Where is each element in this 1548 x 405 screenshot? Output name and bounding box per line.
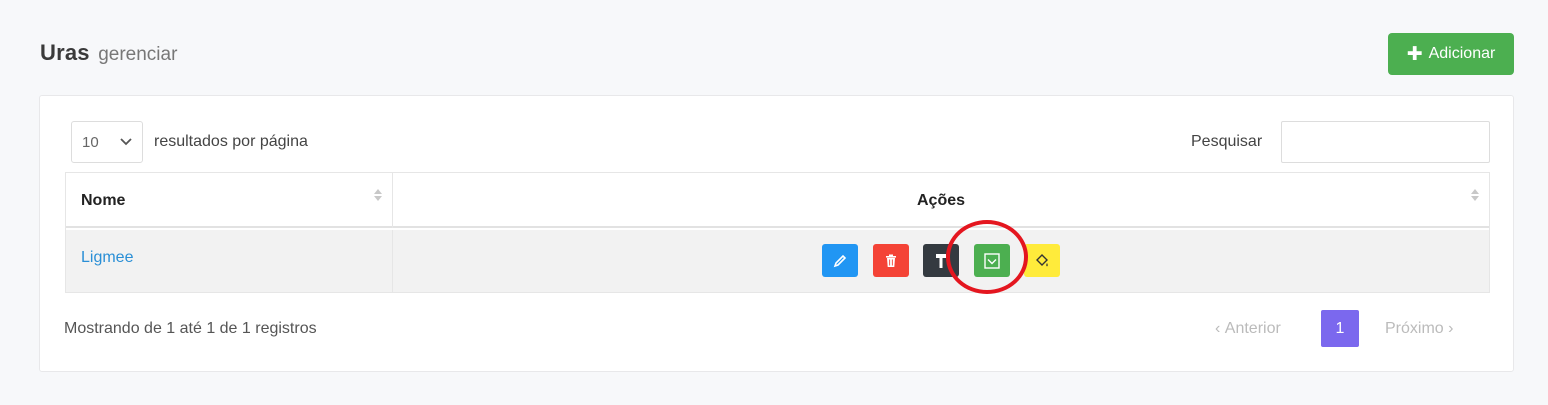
chevron-right-icon: › xyxy=(1443,320,1454,337)
column-header-nome[interactable]: Nome xyxy=(66,173,393,228)
chevron-down-icon xyxy=(120,138,132,146)
chevron-left-icon: ‹ xyxy=(1215,320,1225,337)
data-table: Nome Ações Ligmee xyxy=(65,172,1490,293)
pencil-icon xyxy=(833,254,847,267)
page-header: Uras gerenciar xyxy=(40,40,177,66)
delete-button[interactable] xyxy=(873,244,909,277)
sort-icon xyxy=(1471,189,1479,201)
search-label: Pesquisar xyxy=(1191,133,1263,150)
cell-nome: Ligmee xyxy=(66,230,393,292)
pagination-page-1[interactable]: 1 xyxy=(1321,310,1359,347)
page-length-select[interactable]: 10 xyxy=(71,121,143,163)
table-header: Nome Ações xyxy=(66,173,1489,228)
column-header-acoes[interactable]: Ações xyxy=(393,173,1489,228)
page-title: Uras xyxy=(40,40,90,65)
page-length-value: 10 xyxy=(82,133,99,151)
table-card: 10 resultados por página Pesquisar Nome … xyxy=(39,95,1514,372)
page-length-label: resultados por página xyxy=(154,133,308,150)
pagination-prev[interactable]: ‹ Anterior xyxy=(1215,320,1281,338)
table-info: Mostrando de 1 até 1 de 1 registros xyxy=(64,320,317,337)
paint-bucket-icon xyxy=(1036,253,1048,266)
edit-button[interactable] xyxy=(822,244,858,277)
row-name-link[interactable]: Ligmee xyxy=(81,249,133,267)
paint-button[interactable] xyxy=(1024,244,1060,277)
prev-label: Anterior xyxy=(1224,320,1281,337)
sort-icon xyxy=(374,189,382,201)
page-subtitle: gerenciar xyxy=(98,44,178,65)
column-label-acoes: Ações xyxy=(916,192,966,209)
add-button-label: Adicionar xyxy=(1428,45,1496,62)
pagination-next[interactable]: Próximo › xyxy=(1385,320,1453,338)
trash-icon xyxy=(886,254,896,267)
column-label-nome: Nome xyxy=(81,192,126,209)
next-label: Próximo xyxy=(1385,320,1444,337)
search-input[interactable] xyxy=(1281,121,1490,163)
add-button[interactable]: ✚ Adicionar xyxy=(1388,33,1514,75)
highlight-annotation-circle xyxy=(946,220,1028,294)
plus-icon: ✚ xyxy=(1406,43,1423,65)
table-row: Ligmee xyxy=(66,230,1489,292)
